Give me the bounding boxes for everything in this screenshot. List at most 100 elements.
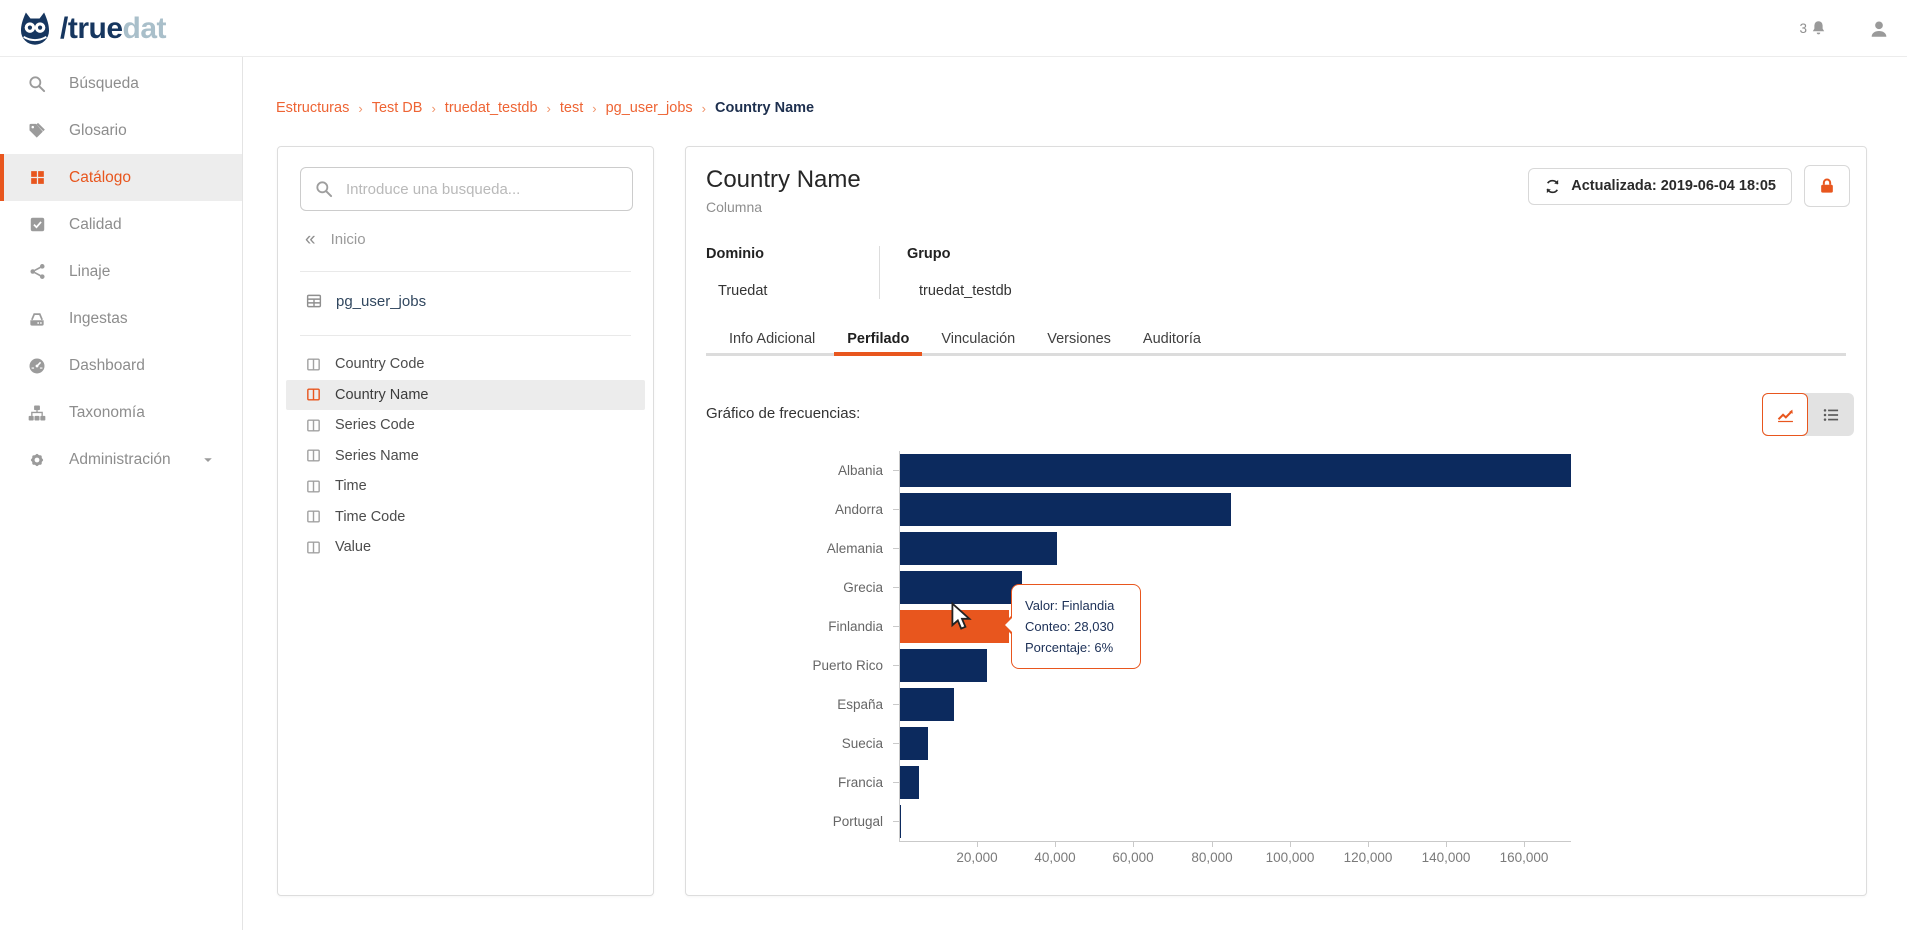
bar-grecia[interactable] xyxy=(899,571,1022,604)
tags-icon xyxy=(27,121,47,141)
explorer-search-input[interactable] xyxy=(344,179,619,199)
x-axis-tick-label: 160,000 xyxy=(1499,850,1549,865)
user-menu-button[interactable] xyxy=(1868,18,1890,40)
bar-francia[interactable] xyxy=(899,766,919,799)
notifications-button[interactable]: 3 xyxy=(1799,19,1828,38)
search-icon xyxy=(314,179,334,199)
gear-icon xyxy=(27,450,47,470)
column-item-value[interactable]: Value xyxy=(286,532,645,563)
share-icon xyxy=(27,262,47,282)
chart-category-label: Suecia xyxy=(841,736,883,751)
sidebar-item-linaje[interactable]: Linaje xyxy=(0,248,242,295)
x-axis-tick-label: 40,000 xyxy=(1034,850,1076,865)
bar-alemania[interactable] xyxy=(899,532,1057,565)
truedat-logo[interactable]: /truedat xyxy=(14,7,167,51)
x-axis-tick xyxy=(1446,841,1447,847)
sidebar-item-label: Taxonomía xyxy=(69,403,145,421)
x-axis-tick-label: 80,000 xyxy=(1191,850,1233,865)
column-item-country-name[interactable]: Country Name xyxy=(286,379,645,410)
column-item-time-code[interactable]: Time Code xyxy=(286,502,645,533)
explorer-back-label: Inicio xyxy=(330,230,366,248)
sidebar-item-label: Calidad xyxy=(69,215,122,233)
chart-category-label: Puerto Rico xyxy=(812,658,883,673)
chart-category-label: Francia xyxy=(837,775,883,790)
sidebar-item-label: Ingestas xyxy=(69,309,128,327)
bar-espana[interactable] xyxy=(899,688,954,721)
column-icon xyxy=(305,417,322,434)
column-item-country-code[interactable]: Country Code xyxy=(286,349,645,380)
chart-category-label: Grecia xyxy=(843,580,883,595)
explorer-back-home[interactable]: « Inicio xyxy=(305,227,366,251)
divider xyxy=(300,271,631,272)
sidebar-item-label: Glosario xyxy=(69,121,127,139)
grid-icon xyxy=(27,168,47,188)
column-item-label: Series Name xyxy=(335,447,419,464)
sidebar-item-label: Catálogo xyxy=(69,168,132,186)
column-item-label: Country Code xyxy=(335,356,425,373)
chevron-down-icon xyxy=(198,450,218,470)
breadcrumb-separator: › xyxy=(358,100,363,116)
chart-category-label: España xyxy=(837,697,883,712)
breadcrumb: Estructuras › Test DB › truedat_testdb › test ›… xyxy=(276,100,814,116)
tooltip-line: Conteo: 28,030 xyxy=(1025,619,1114,634)
chart-category-label: Finlandia xyxy=(828,619,883,634)
sidebar-item-ingestas[interactable]: Ingestas xyxy=(0,295,242,342)
logo-text-secondary: dat xyxy=(122,12,167,45)
explorer-search-box xyxy=(300,167,633,211)
breadcrumb-separator: › xyxy=(546,100,551,116)
breadcrumb-link[interactable]: pg_user_jobs xyxy=(606,100,693,116)
sidebar-item-busqueda[interactable]: Búsqueda xyxy=(0,60,242,107)
sidebar-item-administracion[interactable]: Administración xyxy=(0,436,242,483)
x-axis-tick-label: 60,000 xyxy=(1112,850,1154,865)
y-axis-line xyxy=(899,451,900,841)
breadcrumb-link[interactable]: Test DB xyxy=(372,100,423,116)
table-icon xyxy=(305,292,323,310)
chevron-double-left-icon: « xyxy=(305,228,316,250)
breadcrumb-separator: › xyxy=(701,100,706,116)
column-item-label: Series Code xyxy=(335,417,415,434)
chart-category-label: Portugal xyxy=(832,814,883,829)
column-item-series-name[interactable]: Series Name xyxy=(286,441,645,472)
sidebar-item-label: Administración xyxy=(69,450,171,468)
column-item-label: Time xyxy=(335,478,367,495)
bar-albania[interactable] xyxy=(899,454,1571,487)
bar-andorra[interactable] xyxy=(899,493,1231,526)
explorer-table-pg-user-jobs[interactable]: pg_user_jobs xyxy=(305,287,426,315)
x-axis-tick-label: 20,000 xyxy=(956,850,998,865)
chart-category-label: Albania xyxy=(837,463,883,478)
structure-detail-panel: Country Name Columna Actualizada: 2019-0… xyxy=(685,146,1867,896)
sidebar-item-glosario[interactable]: Glosario xyxy=(0,107,242,154)
sidebar-item-catalogo[interactable]: Catálogo xyxy=(0,154,242,201)
sidebar-item-calidad[interactable]: Calidad xyxy=(0,201,242,248)
breadcrumb-separator: › xyxy=(592,100,597,116)
breadcrumb-link[interactable]: truedat_testdb xyxy=(445,100,538,116)
column-icon xyxy=(305,447,322,464)
column-item-series-code[interactable]: Series Code xyxy=(286,410,645,441)
column-item-label: Time Code xyxy=(335,508,406,525)
search-icon xyxy=(27,74,47,94)
sidebar-item-dashboard[interactable]: Dashboard xyxy=(0,342,242,389)
bar-finlandia[interactable] xyxy=(899,610,1009,643)
x-axis-tick xyxy=(977,841,978,847)
breadcrumb-link[interactable]: test xyxy=(560,100,583,116)
x-axis-tick-label: 120,000 xyxy=(1343,850,1393,865)
explorer-column-list: Country Code Country Name Series Code Serie… xyxy=(286,349,645,563)
column-item-time[interactable]: Time xyxy=(286,471,645,502)
breadcrumb-link[interactable]: Estructuras xyxy=(276,100,349,116)
bar-suecia[interactable] xyxy=(899,727,928,760)
x-axis-tick-label: 140,000 xyxy=(1421,850,1471,865)
column-icon xyxy=(305,386,322,403)
sitemap-icon xyxy=(27,403,47,423)
column-item-label: Country Name xyxy=(335,386,429,403)
topbar-actions: 3 xyxy=(1799,0,1890,57)
column-icon xyxy=(305,508,322,525)
x-axis-line xyxy=(899,841,1571,842)
frequency-bar-chart: Albania Andorra Alemania Grecia Finlandia Pue… xyxy=(686,147,1866,895)
notification-count: 3 xyxy=(1799,21,1807,36)
structure-explorer-panel: « Inicio pg_user_jobs Country CodeCountr… xyxy=(277,146,654,896)
logo-text: /truedat xyxy=(60,8,167,50)
owl-logo-icon xyxy=(14,7,56,51)
tooltip-line: Porcentaje: 6% xyxy=(1025,640,1114,655)
bar-puerto-rico[interactable] xyxy=(899,649,987,682)
sidebar-item-taxonomia[interactable]: Taxonomía xyxy=(0,389,242,436)
